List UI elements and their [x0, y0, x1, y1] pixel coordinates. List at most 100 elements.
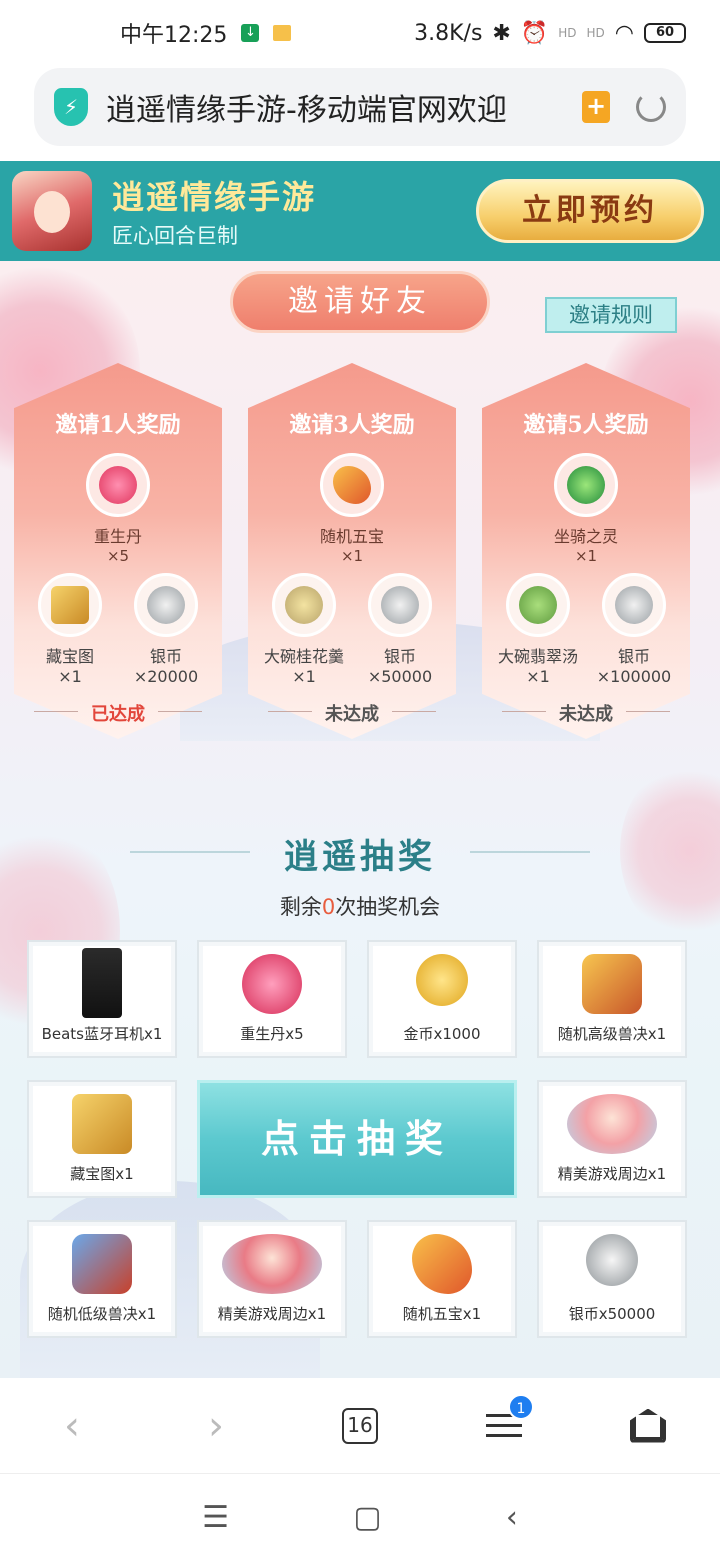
back-button[interactable]: ‹	[32, 1386, 112, 1466]
chibi-character-icon	[222, 1234, 322, 1294]
cannon-scroll-icon	[582, 954, 642, 1014]
reward-state: 未达成	[482, 700, 690, 726]
prize-gold-coin: 金币x1000	[367, 940, 517, 1058]
security-shield-icon[interactable]: ⚡	[54, 88, 88, 126]
tab-count: 16	[342, 1407, 378, 1444]
address-bar[interactable]: ⚡ 逍遥情缘手游-移动端官网欢迎 +	[34, 68, 686, 146]
reward-card-5: 邀请5人奖励 坐骑之灵 ×1 大碗翡翠汤 ×1 银币 ×100000 未达成	[482, 363, 690, 739]
earphones-icon	[82, 948, 122, 1018]
app-name: 逍遥情缘手游	[112, 178, 317, 216]
gold-coin-icon	[416, 954, 468, 1006]
reward-main-qty: ×1	[340, 547, 364, 565]
reward-sub-qty: ×1	[58, 667, 82, 686]
treasure-map-icon	[38, 573, 102, 637]
recents-button[interactable]: ☰	[202, 1500, 229, 1535]
prize-advanced-beast-skill: 随机高级兽决x1	[537, 940, 687, 1058]
prize-label: 金币x1000	[403, 1025, 481, 1043]
treasure-map-icon	[72, 1094, 132, 1154]
remaining-suffix: 次抽奖机会	[335, 895, 441, 919]
prize-game-merch: 精美游戏周边x1	[537, 1080, 687, 1198]
lottery-title: 逍遥抽奖	[0, 829, 720, 878]
feather-icon	[320, 453, 384, 517]
app-tagline: 匠心回合巨制	[112, 224, 238, 248]
reward-card-title: 邀请5人奖励	[523, 412, 649, 438]
refresh-icon[interactable]	[636, 92, 666, 122]
prize-label: 随机低级兽决x1	[47, 1305, 157, 1323]
draw-lottery-button[interactable]: 点击抽奖	[197, 1080, 517, 1198]
silver-coin-icon	[602, 573, 666, 637]
network-speed: 3.8K/s	[414, 20, 483, 46]
message-icon	[273, 25, 292, 41]
prize-label: 精美游戏周边x1	[217, 1305, 327, 1323]
status-time: 中午12:25	[120, 23, 228, 48]
jade-soup-icon	[506, 573, 570, 637]
forward-button[interactable]: ›	[176, 1386, 256, 1466]
prize-basic-beast-skill: 随机低级兽决x1	[27, 1220, 177, 1338]
system-back-button[interactable]: ‹	[506, 1500, 518, 1535]
reward-card-1: 邀请1人奖励 重生丹 ×5 藏宝图 ×1 银币 ×20000 已达成	[14, 363, 222, 739]
remaining-chances: 剩余0次抽奖机会	[0, 891, 720, 921]
prize-label: 藏宝图x1	[70, 1165, 134, 1183]
prize-game-merch: 精美游戏周边x1	[197, 1220, 347, 1338]
prize-label: 银币x50000	[568, 1305, 656, 1323]
page-title[interactable]: 逍遥情缘手游-移动端官网欢迎	[106, 85, 562, 129]
system-home-button[interactable]: ▢	[353, 1500, 381, 1535]
reward-main-qty: ×1	[574, 547, 598, 565]
mount-spirit-icon	[554, 453, 618, 517]
reward-sub-name: 银币	[617, 647, 650, 666]
wifi-icon: ◠	[614, 20, 634, 46]
reward-sub-name: 银币	[149, 647, 182, 666]
reward-sub-qty: ×1	[292, 667, 316, 686]
prize-silver-coin: 银币x50000	[537, 1220, 687, 1338]
chevron-right-icon: ›	[208, 1402, 224, 1449]
reward-sub-name: 藏宝图	[45, 647, 94, 666]
silver-coin-icon	[368, 573, 432, 637]
prize-label: 随机高级兽决x1	[557, 1025, 667, 1043]
reward-sub-qty: ×20000	[133, 667, 199, 686]
feather-icon	[412, 1234, 472, 1294]
reward-sub-qty: ×1	[526, 667, 550, 686]
rebirth-pill-icon	[86, 453, 150, 517]
reward-sub-name: 大碗桂花羹	[263, 647, 344, 666]
prize-label: 重生丹x5	[240, 1025, 304, 1043]
reward-main-name: 随机五宝	[319, 527, 384, 546]
system-nav-bar: ☰ ▢ ‹	[0, 1474, 720, 1560]
reward-sub-qty: ×100000	[596, 667, 672, 686]
prize-label: 精美游戏周边x1	[557, 1165, 667, 1183]
reward-sub-qty: ×50000	[367, 667, 433, 686]
download-icon: ↓	[241, 24, 260, 42]
silver-coin-icon	[134, 573, 198, 637]
tabs-button[interactable]: 16	[320, 1386, 400, 1466]
lottery-title-text: 逍遥抽奖	[284, 837, 436, 877]
reward-card-title: 邀请3人奖励	[289, 412, 415, 438]
prize-rebirth-pill: 重生丹x5	[197, 940, 347, 1058]
remaining-prefix: 剩余	[279, 895, 322, 919]
reserve-button[interactable]: 立即预约	[476, 179, 704, 243]
add-bookmark-icon[interactable]: +	[582, 91, 610, 123]
reward-card-title: 邀请1人奖励	[55, 412, 181, 438]
reward-state: 未达成	[248, 700, 456, 726]
reward-sub-name: 大碗翡翠汤	[497, 647, 578, 666]
prize-five-treasures: 随机五宝x1	[367, 1220, 517, 1338]
prize-treasure-map: 藏宝图x1	[27, 1080, 177, 1198]
prize-label: Beats蓝牙耳机x1	[41, 1025, 163, 1043]
reward-state: 已达成	[14, 700, 222, 726]
remaining-count: 0	[321, 895, 336, 919]
page-content: 邀请好友 邀请规则 邀请1人奖励 重生丹 ×5 藏宝图 ×1 银币 ×20000	[0, 261, 720, 1378]
rebirth-pill-icon	[242, 954, 302, 1014]
reward-main-name: 重生丹	[93, 527, 142, 546]
prize-label: 随机五宝x1	[402, 1305, 482, 1323]
home-button[interactable]	[608, 1386, 688, 1466]
status-bar: 中午12:25 ↓ 3.8K/s ✱ ⏰ HD HD ◠ 60	[0, 0, 720, 66]
reward-sub-name: 银币	[383, 647, 416, 666]
menu-button[interactable]: 1	[464, 1386, 544, 1466]
signal-hd-2: HD	[586, 26, 605, 40]
signal-hd-1: HD	[558, 26, 577, 40]
bluetooth-icon: ✱	[492, 20, 511, 46]
reward-main-name: 坐骑之灵	[553, 527, 618, 546]
cannon-scroll-icon	[72, 1234, 132, 1294]
osmanthus-soup-icon	[272, 573, 336, 637]
reward-main-qty: ×5	[106, 547, 130, 565]
invite-rules-button[interactable]: 邀请规则	[545, 297, 677, 333]
alarm-icon: ⏰	[520, 20, 549, 46]
